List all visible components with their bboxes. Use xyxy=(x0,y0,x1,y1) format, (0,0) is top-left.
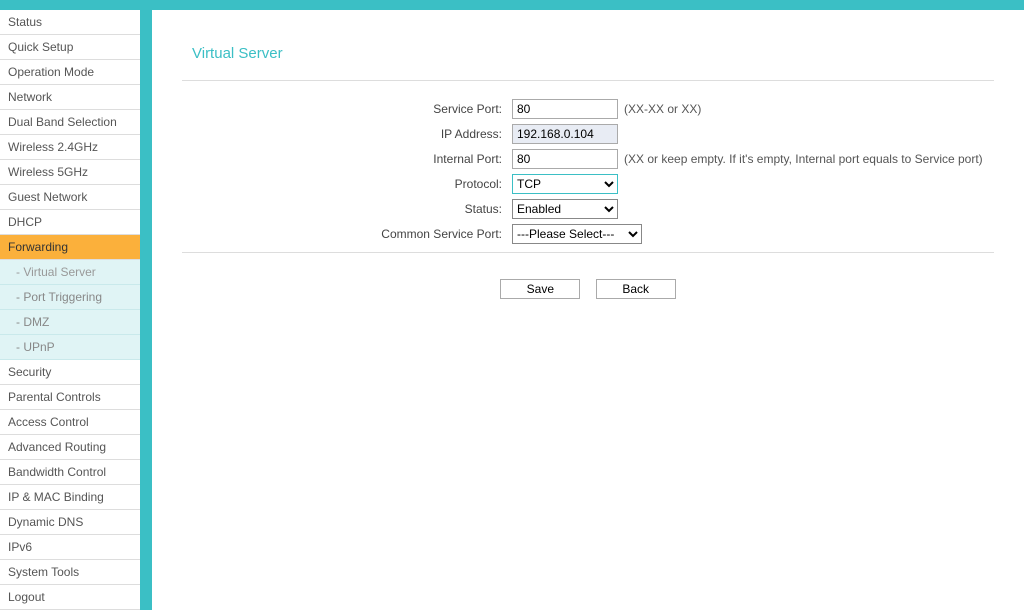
sidebar-item-network[interactable]: Network xyxy=(0,85,140,110)
sidebar-item-wireless-24[interactable]: Wireless 2.4GHz xyxy=(0,135,140,160)
divider-top xyxy=(182,80,994,81)
main-container: Status Quick Setup Operation Mode Networ… xyxy=(0,10,1024,610)
sidebar-item-forwarding[interactable]: Forwarding xyxy=(0,235,140,260)
content-area: Virtual Server Service Port: (XX-XX or X… xyxy=(152,10,1024,610)
sidebar-item-bandwidth[interactable]: Bandwidth Control xyxy=(0,460,140,485)
input-ip-address[interactable] xyxy=(512,124,618,144)
sidebar-sub-port-triggering[interactable]: - Port Triggering xyxy=(0,285,140,310)
back-button[interactable]: Back xyxy=(596,279,676,299)
save-button[interactable]: Save xyxy=(500,279,580,299)
sidebar-sub-upnp[interactable]: - UPnP xyxy=(0,335,140,360)
divider-bottom xyxy=(182,252,994,253)
sidebar: Status Quick Setup Operation Mode Networ… xyxy=(0,10,140,610)
page-title: Virtual Server xyxy=(182,30,994,72)
sidebar-item-status[interactable]: Status xyxy=(0,10,140,35)
label-status: Status: xyxy=(182,202,512,216)
label-internal-port: Internal Port: xyxy=(182,152,512,166)
sidebar-item-guest-network[interactable]: Guest Network xyxy=(0,185,140,210)
top-bar xyxy=(0,0,1024,10)
sidebar-item-system-tools[interactable]: System Tools xyxy=(0,560,140,585)
sidebar-item-wireless-5[interactable]: Wireless 5GHz xyxy=(0,160,140,185)
hint-internal-port: (XX or keep empty. If it's empty, Intern… xyxy=(624,152,983,166)
label-ip-address: IP Address: xyxy=(182,127,512,141)
sidebar-item-ip-mac[interactable]: IP & MAC Binding xyxy=(0,485,140,510)
sidebar-item-operation-mode[interactable]: Operation Mode xyxy=(0,60,140,85)
select-status[interactable]: Enabled xyxy=(512,199,618,219)
sidebar-item-ipv6[interactable]: IPv6 xyxy=(0,535,140,560)
sidebar-item-quick-setup[interactable]: Quick Setup xyxy=(0,35,140,60)
sidebar-gap xyxy=(140,10,152,610)
sidebar-item-security[interactable]: Security xyxy=(0,360,140,385)
select-common-port[interactable]: ---Please Select--- xyxy=(512,224,642,244)
hint-service-port: (XX-XX or XX) xyxy=(624,102,701,116)
label-protocol: Protocol: xyxy=(182,177,512,191)
sidebar-item-adv-routing[interactable]: Advanced Routing xyxy=(0,435,140,460)
sidebar-item-ddns[interactable]: Dynamic DNS xyxy=(0,510,140,535)
label-common-port: Common Service Port: xyxy=(182,227,512,241)
sidebar-sub-virtual-server[interactable]: - Virtual Server xyxy=(0,260,140,285)
button-row: Save Back xyxy=(182,279,994,299)
form: Service Port: (XX-XX or XX) IP Address: … xyxy=(182,99,994,244)
sidebar-item-dual-band[interactable]: Dual Band Selection xyxy=(0,110,140,135)
input-service-port[interactable] xyxy=(512,99,618,119)
select-protocol[interactable]: TCP xyxy=(512,174,618,194)
sidebar-item-parental[interactable]: Parental Controls xyxy=(0,385,140,410)
sidebar-item-dhcp[interactable]: DHCP xyxy=(0,210,140,235)
input-internal-port[interactable] xyxy=(512,149,618,169)
sidebar-item-logout[interactable]: Logout xyxy=(0,585,140,610)
sidebar-item-access[interactable]: Access Control xyxy=(0,410,140,435)
sidebar-sub-dmz[interactable]: - DMZ xyxy=(0,310,140,335)
label-service-port: Service Port: xyxy=(182,102,512,116)
